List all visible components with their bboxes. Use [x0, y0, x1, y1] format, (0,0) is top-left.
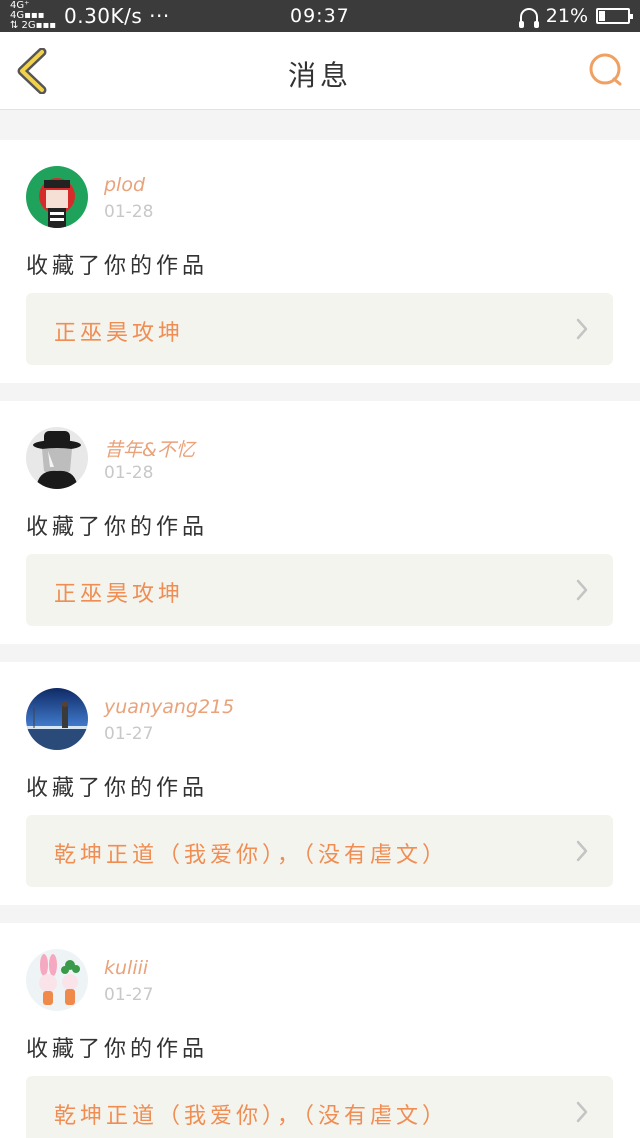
work-link[interactable]: 正巫昊攻坤	[26, 293, 613, 365]
avatar[interactable]	[26, 427, 88, 489]
username[interactable]: kuliii	[104, 957, 148, 979]
message-date: 01-27	[104, 985, 154, 1005]
chevron-right-icon	[576, 579, 588, 601]
username[interactable]: yuanyang215	[104, 696, 234, 718]
work-title: 正巫昊攻坤	[54, 321, 185, 346]
message-item: plod 01-28 收藏了你的作品 正巫昊攻坤	[0, 140, 640, 383]
action-text: 收藏了你的作品	[26, 776, 209, 801]
chevron-right-icon	[576, 318, 588, 340]
message-item: yuanyang215 01-27 收藏了你的作品 乾坤正道（我爱你），（没有虐…	[0, 662, 640, 905]
search-button[interactable]	[588, 52, 624, 88]
battery-percent: 21%	[545, 5, 588, 27]
action-text: 收藏了你的作品	[26, 1037, 209, 1062]
avatar[interactable]	[26, 949, 88, 1011]
page-title: 消息	[287, 59, 352, 92]
headset-icon	[518, 8, 539, 28]
work-link[interactable]: 乾坤正道（我爱你），（没有虐文）	[26, 815, 613, 887]
work-title: 乾坤正道（我爱你），（没有虐文）	[54, 1104, 449, 1129]
battery-icon	[596, 8, 633, 24]
search-icon	[589, 53, 622, 86]
message-list: plod 01-28 收藏了你的作品 正巫昊攻坤 昔年&不忆 01-28 收藏了…	[0, 110, 640, 1138]
work-title: 正巫昊攻坤	[54, 582, 185, 607]
avatar[interactable]	[26, 166, 88, 228]
work-link[interactable]: 正巫昊攻坤	[26, 554, 613, 626]
chevron-right-icon	[576, 1101, 588, 1123]
message-item: kuliii 01-27 收藏了你的作品 乾坤正道（我爱你），（没有虐文）	[0, 923, 640, 1138]
message-item: 昔年&不忆 01-28 收藏了你的作品 正巫昊攻坤	[0, 401, 640, 644]
action-text: 收藏了你的作品	[26, 254, 209, 279]
username[interactable]: 昔年&不忆	[104, 435, 195, 462]
message-date: 01-27	[104, 724, 154, 744]
message-date: 01-28	[104, 463, 154, 483]
clock: 09:37	[290, 5, 350, 27]
status-bar: 4G⁺ 4G▪▪▪ ⇅ 2G▪▪▪ 0.30K/s ··· 09:37 21%	[0, 0, 640, 32]
message-date: 01-28	[104, 202, 154, 222]
chevron-right-icon	[576, 840, 588, 862]
username[interactable]: plod	[104, 174, 145, 196]
work-link[interactable]: 乾坤正道（我爱你），（没有虐文）	[26, 1076, 613, 1138]
avatar[interactable]	[26, 688, 88, 750]
signal-indicator: 4G⁺ 4G▪▪▪ ⇅ 2G▪▪▪	[10, 0, 57, 31]
network-speed: 0.30K/s ···	[64, 4, 170, 28]
work-title: 乾坤正道（我爱你），（没有虐文）	[54, 843, 449, 868]
navigation-bar: 消息	[0, 32, 640, 110]
action-text: 收藏了你的作品	[26, 515, 209, 540]
